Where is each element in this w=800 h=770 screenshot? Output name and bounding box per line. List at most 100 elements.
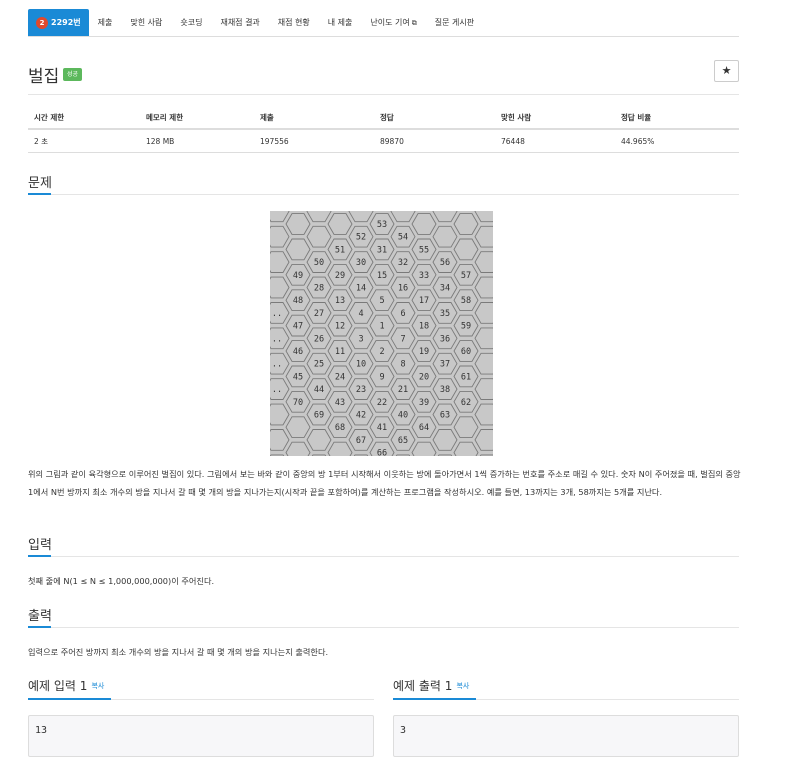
tab-difficulty[interactable]: 난이도 기여 ⧉ <box>361 9 425 36</box>
tab-problem[interactable]: 2 2292번 <box>28 9 89 36</box>
room-number: 28 <box>314 284 324 294</box>
room-number: 12 <box>335 322 345 332</box>
section-title-input: 입력 <box>28 538 52 553</box>
room-number: 19 <box>419 347 429 357</box>
room-number: 37 <box>440 360 450 370</box>
room-number: 26 <box>314 334 324 344</box>
tab-short-coding[interactable]: 숏코딩 <box>171 9 211 36</box>
hex-cell <box>270 454 285 456</box>
header-accepted: 정답 <box>380 112 394 122</box>
room-number: 69 <box>314 411 324 421</box>
hex-cell <box>411 213 437 235</box>
hex-cell <box>270 251 290 273</box>
hex-cell <box>306 211 332 223</box>
room-number: 47 <box>293 322 303 332</box>
room-number: 59 <box>461 322 471 332</box>
room-number: 54 <box>398 233 408 243</box>
tab-status[interactable]: 채점 현황 <box>269 9 319 36</box>
cell-memory-limit: 128 MB <box>146 136 175 146</box>
room-number: 1 <box>379 322 384 332</box>
room-number: 43 <box>335 398 345 408</box>
section-title-description: 문제 <box>28 176 52 191</box>
tab-problem-label: 2292번 <box>51 18 81 27</box>
sample-output-box[interactable]: 3 <box>393 715 739 757</box>
hex-cell <box>285 213 311 235</box>
hex-cell <box>270 211 290 223</box>
tab-my-submissions[interactable]: 내 제출 <box>319 9 362 36</box>
title-divider <box>28 94 739 95</box>
room-number: 4 <box>358 309 363 319</box>
hex-cell <box>474 327 493 350</box>
tab-board[interactable]: 질문 게시판 <box>426 9 483 36</box>
room-number: 45 <box>293 372 303 382</box>
room-number: 24 <box>335 372 345 382</box>
room-number: 30 <box>356 258 366 268</box>
room-number: 68 <box>335 423 345 433</box>
sample-output-label: 예제 출력 1 <box>393 679 453 693</box>
room-number: 50 <box>314 258 324 268</box>
hex-cell <box>327 441 353 456</box>
room-number: 66 <box>377 449 387 456</box>
room-number: 22 <box>377 398 387 408</box>
section-divider <box>28 194 739 195</box>
hex-cell <box>348 211 374 223</box>
hex-cell <box>432 429 458 451</box>
room-number: 65 <box>398 436 408 446</box>
hex-cell <box>474 251 493 273</box>
room-number: 7 <box>400 334 405 344</box>
hex-cell <box>285 416 311 439</box>
section-divider <box>28 627 739 628</box>
output-text: 입력으로 주어진 방까지 최소 개수의 방을 지나서 갈 때 몇 개의 방을 지… <box>28 647 329 657</box>
status-badge: 성공 <box>63 68 83 81</box>
room-number: 51 <box>335 245 345 255</box>
cell-submissions: 197556 <box>260 136 289 146</box>
hex-cell <box>411 441 437 456</box>
header-solved-users: 맞힌 사람 <box>501 112 532 122</box>
star-button[interactable]: ★ <box>714 60 739 82</box>
room-number: 14 <box>356 284 366 294</box>
room-number: 34 <box>440 284 450 294</box>
copy-output-button[interactable]: 복사 <box>456 682 469 690</box>
sample-input-box[interactable]: 13 <box>28 715 374 757</box>
room-number: 56 <box>440 258 450 268</box>
cell-time-limit: 2 초 <box>34 136 49 146</box>
room-number: .. <box>272 385 282 395</box>
hex-cell <box>270 403 290 426</box>
sample-output-title: 예제 출력 1 복사 <box>393 677 469 694</box>
room-number: 52 <box>356 233 366 243</box>
hex-cell <box>270 276 290 299</box>
table-row: 2 초 128 MB 197556 89870 76448 44.965% <box>28 130 739 153</box>
room-number: 41 <box>377 423 387 433</box>
tab-rejudge[interactable]: 재채점 결과 <box>211 9 268 36</box>
copy-input-button[interactable]: 복사 <box>91 682 104 690</box>
room-number: 55 <box>419 245 429 255</box>
room-number: 60 <box>461 347 471 357</box>
tab-solved-users[interactable]: 맞힌 사람 <box>121 9 171 36</box>
table-header-row: 시간 제한 메모리 제한 제출 정답 맞힌 사람 정답 비율 <box>28 106 739 130</box>
room-number: .. <box>272 334 282 344</box>
hex-cell <box>474 211 493 223</box>
room-number: 29 <box>335 271 345 281</box>
room-number: 57 <box>461 271 471 281</box>
hex-cell <box>453 238 479 261</box>
room-number: 44 <box>314 385 324 395</box>
room-number: 61 <box>461 372 471 382</box>
tab-submit[interactable]: 제출 <box>89 9 122 36</box>
hex-cell <box>474 429 493 451</box>
room-number: 23 <box>356 385 366 395</box>
room-number: 8 <box>400 360 405 370</box>
hex-cell <box>474 403 493 426</box>
room-number: 70 <box>293 398 303 408</box>
room-number: .. <box>272 309 282 319</box>
header-submissions: 제출 <box>260 112 274 122</box>
hex-cell <box>432 225 458 248</box>
header-time-limit: 시간 제한 <box>34 112 65 122</box>
hex-cell <box>270 429 290 451</box>
room-number: 3 <box>358 334 363 344</box>
room-number: 32 <box>398 258 408 268</box>
hex-cell <box>327 213 353 235</box>
room-number: 20 <box>419 372 429 382</box>
cell-ratio: 44.965% <box>621 136 655 146</box>
room-number: 39 <box>419 398 429 408</box>
input-text: 첫째 줄에 N(1 ≤ N ≤ 1,000,000,000)이 주어진다. <box>28 576 215 586</box>
